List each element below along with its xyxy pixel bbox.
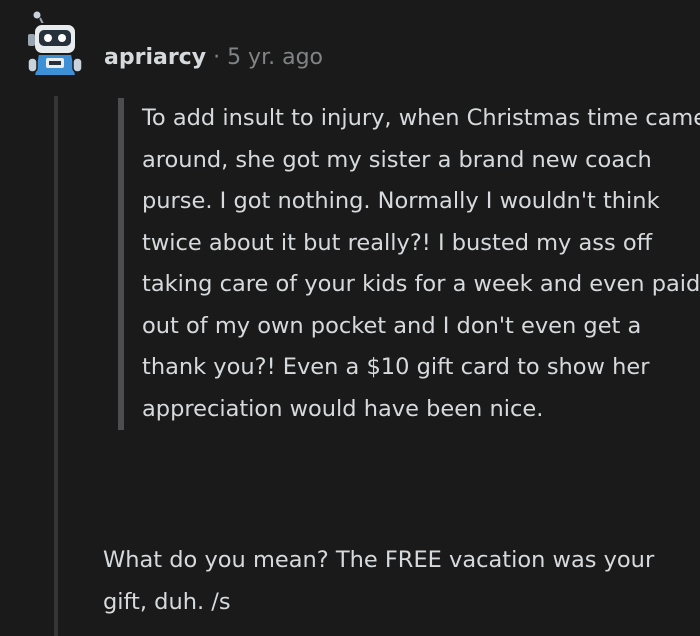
comment-timestamp[interactable]: 5 yr. ago: [227, 45, 323, 70]
reply-paragraph: What do you mean? The FREE vacation was …: [103, 547, 655, 615]
meta-separator: ·: [213, 44, 221, 70]
thread-collapse-line[interactable]: [54, 96, 58, 636]
quoted-text: To add insult to injury, when Christmas …: [118, 98, 700, 430]
comment: apriarcy · 5 yr. ago To add insult to in…: [0, 0, 700, 636]
author-username[interactable]: apriarcy: [104, 45, 206, 70]
comment-header: apriarcy · 5 yr. ago: [104, 40, 323, 74]
comment-body: What do you mean? The FREE vacation was …: [103, 540, 693, 623]
quote-paragraph: To add insult to injury, when Christmas …: [142, 105, 700, 422]
user-avatar[interactable]: [24, 10, 86, 80]
robot-avatar-icon: [27, 10, 83, 77]
